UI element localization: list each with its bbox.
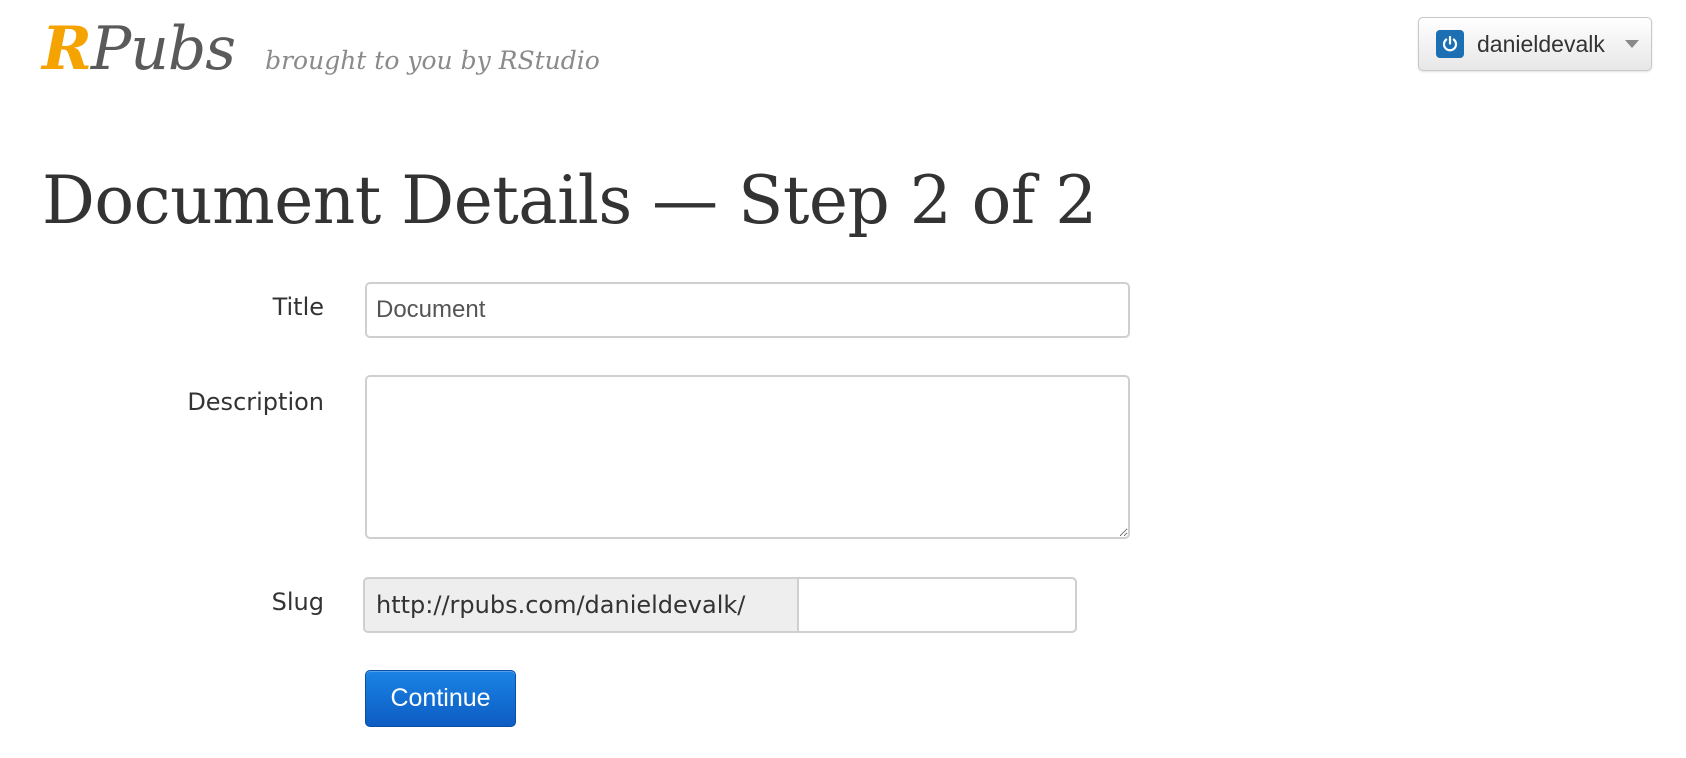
slug-label: Slug	[271, 588, 324, 616]
description-textarea[interactable]	[365, 375, 1130, 539]
title-input[interactable]	[365, 282, 1130, 338]
tagline: brought to you by RStudio	[265, 46, 600, 75]
slug-url-prefix: http://rpubs.com/danieldevalk/	[363, 577, 798, 633]
title-label: Title	[272, 293, 324, 321]
logo-letter-r: R	[42, 14, 92, 84]
brand: RPubs brought to you by RStudio	[42, 14, 600, 84]
username: danieldevalk	[1477, 30, 1605, 57]
user-menu-button[interactable]: danieldevalk	[1418, 17, 1652, 71]
continue-button[interactable]: Continue	[365, 670, 516, 727]
description-label: Description	[187, 388, 324, 416]
logo-text: Pubs	[90, 14, 236, 84]
rpubs-logo[interactable]: RPubs	[42, 14, 236, 84]
power-icon	[1436, 30, 1464, 58]
caret-down-icon	[1625, 40, 1639, 48]
slug-input[interactable]	[797, 577, 1077, 633]
page: RPubs brought to you by RStudio danielde…	[0, 0, 1686, 758]
page-title: Document Details — Step 2 of 2	[42, 162, 1097, 239]
